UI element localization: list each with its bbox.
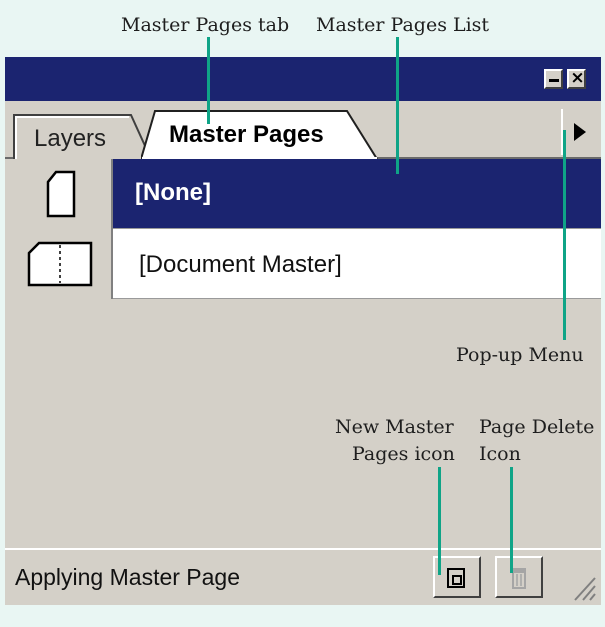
- single-page-icon: [46, 170, 76, 218]
- tab-bar: Layers Master Pages: [5, 101, 601, 159]
- close-icon: ×: [570, 68, 585, 88]
- status-text: Applying Master Page: [15, 564, 241, 590]
- callout-new-master-line2: Pages icon: [352, 443, 455, 465]
- callout-line-new-master: [438, 467, 441, 575]
- callout-page-delete-line1: Page Delete: [479, 416, 595, 438]
- spread-page-icon: [27, 241, 93, 287]
- master-page-label-none: [None]: [135, 179, 211, 206]
- callout-popup-menu: Pop-up Menu: [456, 344, 584, 366]
- resize-grip-icon[interactable]: [571, 572, 597, 602]
- callout-new-master-line1: New Master: [335, 416, 454, 438]
- tab-master-pages-label: Master Pages: [169, 121, 324, 148]
- new-master-page-icon: [447, 568, 465, 588]
- callout-line-page-delete: [510, 467, 513, 573]
- master-page-label-document-master: [Document Master]: [139, 251, 342, 278]
- master-page-row-document-master[interactable]: [Document Master]: [5, 229, 601, 299]
- thumbnail-cell: [5, 229, 113, 299]
- trash-icon: [512, 568, 526, 589]
- callout-line-master-pages-list: [396, 37, 399, 174]
- callout-line-master-pages-tab: [207, 37, 210, 124]
- tab-layers-label: Layers: [34, 125, 107, 152]
- delete-master-page-button[interactable]: [495, 556, 543, 598]
- thumbnail-cell: [5, 159, 113, 229]
- minimize-button[interactable]: [544, 69, 563, 89]
- palette-title-bar[interactable]: ×: [5, 57, 601, 101]
- callout-master-pages-list: Master Pages List: [316, 14, 490, 36]
- callout-line-popup-menu: [563, 130, 566, 340]
- popup-menu-arrow-icon: [574, 123, 586, 141]
- popup-menu-button[interactable]: [561, 109, 597, 155]
- close-button[interactable]: ×: [567, 68, 586, 89]
- callout-page-delete-line2: Icon: [479, 443, 521, 465]
- master-page-row-none[interactable]: [None]: [5, 159, 601, 229]
- callout-master-pages-tab: Master Pages tab: [121, 14, 290, 36]
- minimize-icon: [549, 79, 559, 82]
